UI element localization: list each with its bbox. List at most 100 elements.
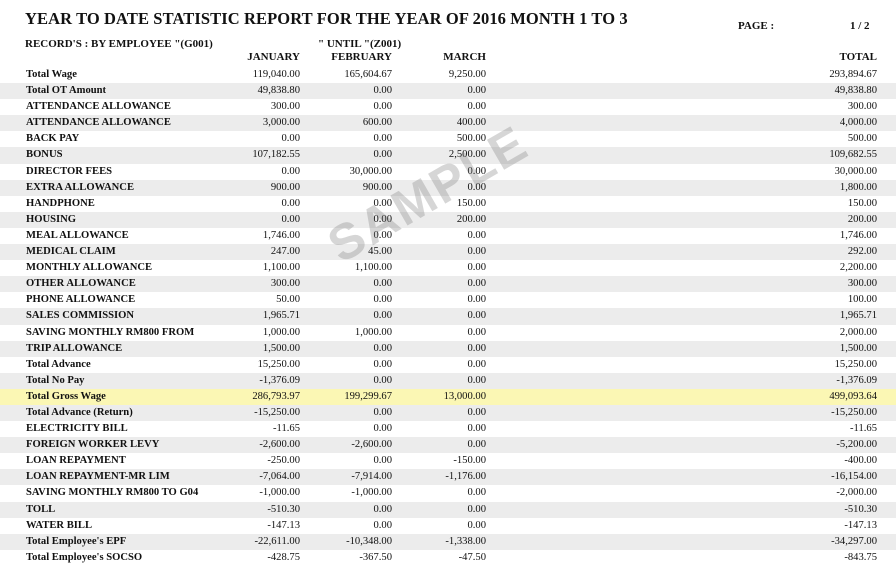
- row-label: ELECTRICITY BILL: [26, 423, 128, 435]
- row-label: BONUS: [26, 149, 63, 161]
- march-value: 0.00: [467, 181, 486, 193]
- table-row: BACK PAY 0.00 0.00 500.00 500.00: [0, 131, 896, 147]
- row-label: Total Advance: [26, 358, 91, 370]
- march-value: 0.00: [467, 310, 486, 322]
- row-label: Total Advance (Return): [26, 406, 133, 418]
- table-row: TRIP ALLOWANCE 1,500.00 0.00 0.00 1,500.00: [0, 340, 896, 357]
- total-value: 1,500.00: [839, 342, 877, 354]
- table-row: PHONE ALLOWANCE 50.00 0.00 0.00 100.00: [0, 292, 896, 308]
- march-value: 9,250.00: [448, 69, 486, 80]
- row-label: PHONE ALLOWANCE: [26, 294, 136, 306]
- table-row: HANDPHONE 0.00 0.00 150.00 150.00: [0, 196, 896, 212]
- total-value: 1,746.00: [839, 229, 877, 241]
- row-label: BACK PAY: [26, 133, 80, 145]
- total-value: 292.00: [847, 246, 877, 258]
- row-label: Total Wage: [26, 69, 77, 80]
- report-title: YEAR TO DATE STATISTIC REPORT FOR THE YE…: [25, 9, 628, 28]
- total-value: 2,200.00: [839, 262, 877, 274]
- row-label: EXTRA ALLOWANCE: [26, 181, 135, 193]
- table-row: ELECTRICITY BILL -11.65 0.00 0.00 -11.65: [0, 421, 896, 437]
- total-value: 293,894.67: [829, 69, 877, 80]
- table-row: MEDICAL CLAIM 247.00 45.00 0.00 292.00: [0, 244, 896, 261]
- march-value: 0.00: [467, 503, 486, 515]
- table-row: ATTENDANCE ALLOWANCE 300.00 0.00 0.00 300.00: [0, 99, 896, 115]
- total-value: 49,838.80: [834, 85, 877, 97]
- total-value: -5,200.00: [836, 439, 877, 451]
- row-label: Total OT Amount: [26, 85, 107, 97]
- row-label: Total Employee's SOCSO: [26, 551, 143, 563]
- march-value: -47.50: [458, 551, 486, 563]
- total-value: 200.00: [847, 213, 877, 225]
- report-table: Total Wage 119,040.00 165,604.67 9,250.00 29…: [0, 67, 896, 566]
- total-value: -147.13: [844, 519, 877, 531]
- table-row: Total Advance 15,250.00 0.00 0.00 15,250.00: [0, 357, 896, 373]
- table-row: Total Gross Wage 286,793.97 199,299.67 13,0…: [0, 388, 896, 405]
- march-value: 0.00: [467, 246, 486, 258]
- row-label: HANDPHONE: [26, 197, 95, 209]
- row-label: Total Employee's EPF: [26, 535, 127, 547]
- march-value: 0.00: [467, 101, 486, 113]
- column-header-march: MARCH: [443, 51, 486, 63]
- table-row: SAVING MONTHLY RM800 FROM 1,000.00 1,000.0…: [0, 325, 896, 341]
- total-value: 300.00: [847, 278, 877, 290]
- table-row: Total Advance (Return) -15,250.00 0.00 0.00…: [0, 404, 896, 422]
- march-value: -1,176.00: [445, 471, 486, 483]
- march-value: 0.00: [467, 278, 486, 290]
- row-label: Total No Pay: [26, 374, 85, 386]
- total-value: -15,250.00: [831, 406, 877, 418]
- march-value: 0.00: [467, 85, 486, 97]
- total-value: -1,376.09: [836, 374, 877, 386]
- table-row: HOUSING 0.00 0.00 200.00 200.00: [0, 211, 896, 228]
- row-label: DIRECTOR FEES: [26, 165, 113, 177]
- table-row: TOLL -510.30 0.00 0.00 -510.30: [0, 501, 896, 518]
- march-value: -1,338.00: [445, 535, 486, 547]
- table-row: WATER BILL -147.13 0.00 0.00 -147.13: [0, 518, 896, 534]
- table-row: BONUS 107,182.55 0.00 2,500.00 109,682.55: [0, 147, 896, 164]
- table-row: Total Employee's SOCSO -428.75 -367.50 -47.…: [0, 550, 896, 566]
- total-value: 109,682.55: [829, 149, 877, 161]
- page-label: PAGE :: [738, 20, 775, 32]
- row-label: ATTENDANCE ALLOWANCE: [26, 117, 171, 129]
- total-value: 1,965.71: [839, 310, 877, 322]
- table-row: EXTRA ALLOWANCE 900.00 900.00 0.00 1,800.00: [0, 179, 896, 196]
- row-label: FOREIGN WORKER LEVY: [26, 439, 160, 451]
- march-value: 0.00: [467, 165, 486, 177]
- march-value: 200.00: [456, 213, 486, 225]
- march-value: -150.00: [453, 455, 486, 467]
- march-value: 500.00: [456, 133, 486, 145]
- table-row: OTHER ALLOWANCE 300.00 0.00 0.00 300.00: [0, 276, 896, 293]
- table-row: Total Employee's EPF -22,611.00 -10,348.00…: [0, 533, 896, 550]
- table-row: DIRECTOR FEES 0.00 30,000.00 0.00 30,000.00: [0, 164, 896, 180]
- row-label: MEAL ALLOWANCE: [26, 229, 129, 241]
- march-value: 0.00: [467, 262, 486, 274]
- total-value: 30,000.00: [834, 165, 877, 177]
- column-header-total: TOTAL: [839, 51, 878, 63]
- table-row: LOAN REPAYMENT -250.00 0.00 -150.00 -400.00: [0, 453, 896, 469]
- march-value: 0.00: [467, 439, 486, 451]
- total-value: 2,000.00: [839, 326, 877, 338]
- march-value: 150.00: [456, 197, 486, 209]
- march-value: 0.00: [467, 326, 486, 338]
- march-value: 400.00: [456, 117, 486, 129]
- march-value: 13,000.00: [443, 390, 486, 402]
- row-label: OTHER ALLOWANCE: [26, 278, 136, 290]
- total-value: -510.30: [844, 503, 877, 515]
- row-label: TRIP ALLOWANCE: [26, 342, 123, 354]
- total-value: 4,000.00: [839, 117, 877, 129]
- march-value: 0.00: [467, 406, 486, 418]
- row-label: SAVING MONTHLY RM800 FROM: [26, 326, 195, 338]
- table-row: Total No Pay -1,376.09 0.00 0.00 -1,376.09: [0, 372, 896, 389]
- row-label: Total Gross Wage: [26, 390, 106, 402]
- records-filter-label: RECORD'S : BY EMPLOYEE "(G001): [25, 38, 213, 50]
- table-row: Total Wage 119,040.00 165,604.67 9,250.00 29…: [0, 67, 896, 83]
- row-label: TOLL: [26, 503, 56, 515]
- row-label: WATER BILL: [26, 519, 93, 531]
- table-row: SAVING MONTHLY RM800 TO G04 -1,000.00 -1,0…: [0, 485, 896, 501]
- row-label: SAVING MONTHLY RM800 TO G04: [26, 487, 199, 499]
- row-label: ATTENDANCE ALLOWANCE: [26, 101, 171, 113]
- page-number: 1 / 2: [850, 20, 870, 32]
- row-label: LOAN REPAYMENT: [26, 455, 126, 467]
- table-row: SALES COMMISSION 1,965.71 0.00 0.00 1,965.71: [0, 308, 896, 325]
- table-row: ATTENDANCE ALLOWANCE 3,000.00 600.00 400.00…: [0, 115, 896, 132]
- march-value: 0.00: [467, 358, 486, 370]
